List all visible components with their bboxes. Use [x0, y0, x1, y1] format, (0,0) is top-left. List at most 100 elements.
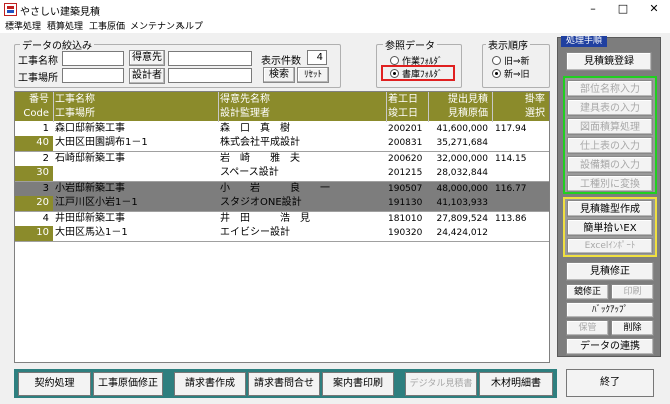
row-client: 岩 崎 雅 夫	[220, 153, 300, 164]
process-panel-title: 処理手順	[561, 36, 607, 47]
menu-cost[interactable]: 工事原価	[89, 19, 125, 32]
header-name: 工事名称	[55, 94, 95, 105]
row-number: 2	[42, 153, 49, 164]
drawing-estimate-button[interactable]: 図面積算処理	[567, 118, 653, 135]
order-group-title: 表示順序	[486, 37, 530, 52]
row-finish-date: 191130	[388, 198, 423, 208]
client-input[interactable]	[168, 51, 252, 66]
row-code: 20	[36, 197, 49, 208]
row-number: 1	[42, 123, 49, 134]
row-project-name: 森口邸新築工事	[55, 123, 125, 134]
count-value: 4	[307, 50, 327, 65]
row-client: 森 口 真 樹	[220, 123, 290, 134]
project-place-input[interactable]	[62, 68, 124, 83]
cost-modify-button[interactable]: 工事原価修正	[93, 372, 163, 396]
header-place: 工事場所	[55, 108, 95, 119]
archive-folder-radio[interactable]	[390, 69, 399, 78]
row-cost: 35,271,684	[436, 138, 488, 148]
row-project-name: 小岩邸新築工事	[55, 183, 125, 194]
row-rate: 116.77	[495, 184, 527, 194]
header-finish: 竣工日	[388, 108, 418, 119]
row-start-date: 190507	[388, 184, 423, 194]
backup-button[interactable]: ﾊﾞｯｸｱｯﾌﾟ	[566, 302, 654, 318]
row-finish-date: 201215	[388, 168, 423, 178]
convert-by-trade-button[interactable]: 工種別に変換	[567, 175, 653, 192]
row-rate: 113.86	[495, 214, 527, 224]
row-client: 井 田 浩 見	[220, 213, 310, 224]
data-link-button[interactable]: データの連携	[566, 338, 654, 355]
designer-button[interactable]: 設計者	[129, 68, 165, 84]
register-estimate-button[interactable]: 見積鏡登録	[566, 52, 652, 71]
print-button[interactable]: 印刷	[611, 284, 654, 300]
header-client: 得意先名称	[220, 94, 270, 105]
work-folder-radio[interactable]	[390, 56, 399, 65]
row-project-name: 石崎邸新築工事	[55, 153, 125, 164]
row-rate: 117.94	[495, 124, 527, 134]
reset-button[interactable]: ﾘｾｯﾄ	[297, 67, 329, 83]
modify-estimate-button[interactable]: 見積修正	[566, 262, 654, 281]
row-finish-date: 200831	[388, 138, 423, 148]
new-to-old-label: 新⇒旧	[504, 70, 530, 80]
row-project-place: 大田区田園調布1－1	[55, 137, 148, 148]
minimize-button[interactable]: –	[578, 0, 608, 18]
excel-import-button[interactable]: Excelｲﾝﾎﾟｰﾄ	[567, 238, 653, 254]
exit-button[interactable]: 終了	[566, 369, 654, 397]
row-project-place: 大田区馬込1－1	[55, 227, 128, 238]
fittings-input-button[interactable]: 建具表の入力	[567, 99, 653, 116]
row-rate: 114.15	[495, 154, 527, 164]
row-code: 30	[36, 167, 49, 178]
delete-button[interactable]: 削除	[611, 320, 654, 336]
header-no: 番号	[29, 94, 49, 105]
row-start-date: 200620	[388, 154, 423, 164]
row-designer: スタジオONE設計	[220, 197, 302, 208]
row-amount: 48,000,000	[436, 184, 488, 194]
row-designer: エイビシー設計	[220, 227, 290, 238]
row-designer: 株式会社平成設計	[220, 137, 300, 148]
count-label: 表示件数	[261, 56, 301, 67]
print-guide-button[interactable]: 案内書印刷	[322, 372, 394, 396]
row-amount: 32,000,000	[436, 154, 488, 164]
menu-standard[interactable]: 標準処理	[5, 19, 41, 32]
store-button[interactable]: 保管	[566, 320, 609, 336]
modify-cover-button[interactable]: 鏡修正	[566, 284, 609, 300]
row-cost: 24,424,012	[436, 228, 488, 238]
finish-table-input-button[interactable]: 仕上表の入力	[567, 137, 653, 154]
menu-help[interactable]: ヘルプ	[176, 19, 203, 32]
project-place-label: 工事場所	[18, 73, 58, 84]
archive-folder-label: 書庫ﾌｫﾙﾀﾞ	[402, 70, 443, 80]
reference-group-title: 参照データ	[383, 37, 437, 52]
old-to-new-radio[interactable]	[492, 56, 501, 65]
project-name-input[interactable]	[62, 51, 124, 66]
header-amount: 提出見積	[448, 94, 488, 105]
easy-pickup-button[interactable]: 簡単拾いEX	[567, 219, 653, 236]
part-name-input-button[interactable]: 部位名称入力	[567, 80, 653, 97]
maximize-button[interactable]: □	[608, 0, 638, 18]
row-cost: 28,032,844	[436, 168, 488, 178]
window-title: やさしい建築見積	[20, 7, 100, 18]
app-icon	[4, 3, 17, 16]
designer-input[interactable]	[168, 68, 252, 83]
close-button[interactable]: ✕	[639, 0, 669, 18]
row-code: 40	[36, 137, 49, 148]
invoice-inquiry-button[interactable]: 請求書問合せ	[248, 372, 320, 396]
equipment-input-button[interactable]: 設備類の入力	[567, 156, 653, 173]
row-amount: 27,809,524	[436, 214, 488, 224]
row-project-name: 井田邸新築工事	[55, 213, 125, 224]
menu-estimate[interactable]: 積算処理	[47, 19, 83, 32]
digital-estimate-button[interactable]: デジタル見積書	[405, 372, 477, 396]
row-number: 3	[42, 183, 49, 194]
project-name-label: 工事名称	[18, 56, 58, 67]
old-to-new-label: 旧⇒新	[504, 57, 530, 67]
header-start: 着工日	[388, 94, 418, 105]
new-to-old-radio[interactable]	[492, 69, 501, 78]
title-bar	[0, 0, 670, 19]
row-designer: スペース設計	[220, 167, 279, 178]
search-button[interactable]: 検索	[263, 67, 295, 83]
client-button[interactable]: 得意先	[129, 50, 165, 66]
row-cost: 41,103,933	[436, 198, 488, 208]
create-template-button[interactable]: 見積雛型作成	[567, 200, 653, 217]
contract-button[interactable]: 契約処理	[18, 372, 91, 396]
create-invoice-button[interactable]: 請求書作成	[174, 372, 246, 396]
lumber-detail-button[interactable]: 木材明細書	[479, 372, 553, 396]
header-designer: 設計監理者	[220, 108, 270, 119]
